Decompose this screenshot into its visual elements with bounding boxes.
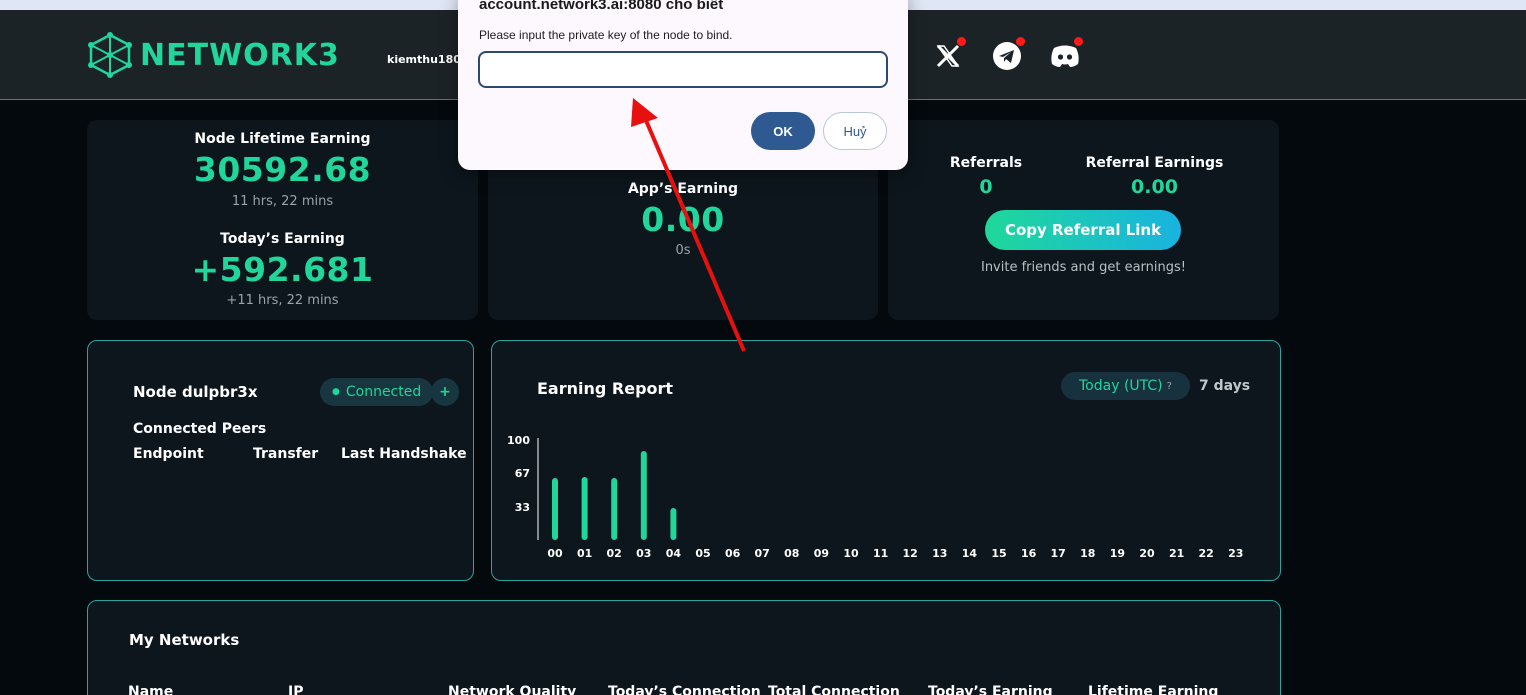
app-earning-value: 0.00 xyxy=(641,200,725,239)
discord-link[interactable] xyxy=(1049,37,1083,72)
col-lifetime-earning: Lifetime Earning xyxy=(1088,684,1219,695)
x-tick-label-11: 11 xyxy=(873,547,888,560)
today-time: +11 hrs, 22 mins xyxy=(226,293,339,308)
earning-bar-chart: 100 67 33 00 01 02 03 04 05 06 07 08 09 10 11 12 13 14 15 1… xyxy=(507,434,1243,560)
x-tick-label-18: 18 xyxy=(1080,547,1095,560)
x-tick-label-17: 17 xyxy=(1051,547,1066,560)
add-node-button[interactable]: + xyxy=(431,378,459,406)
col-total-connection: Total Connection xyxy=(768,684,900,695)
y-tick-label: 100 xyxy=(507,434,530,447)
connected-peers-label: Connected Peers xyxy=(133,421,267,437)
lifetime-earning-card: Node Lifetime Earning 30592.68 11 hrs, 2… xyxy=(87,120,478,320)
referral-earnings-value: 0.00 xyxy=(1131,176,1178,198)
earning-report-card: Earning Report Today (UTC)? 7 days 100 67… xyxy=(491,340,1281,581)
telegram-link[interactable] xyxy=(991,37,1025,72)
peers-col-handshake: Last Handshake xyxy=(341,446,467,462)
x-tick-label-09: 09 xyxy=(814,547,829,560)
discord-icon xyxy=(1051,45,1079,67)
lifetime-time: 11 hrs, 22 mins xyxy=(231,194,334,209)
peers-col-transfer: Transfer xyxy=(253,446,319,462)
connected-status-badge[interactable]: ● Connected xyxy=(320,378,434,406)
brand-name: NETWORK3 xyxy=(140,37,340,73)
notification-dot xyxy=(957,37,966,46)
x-tick-label-05: 05 xyxy=(695,547,710,560)
private-key-input[interactable] xyxy=(478,51,888,88)
col-network-quality: Network Quality xyxy=(448,684,577,695)
lifetime-earning-value: 30592.68 xyxy=(193,150,372,189)
x-tick-label-02: 02 xyxy=(607,547,622,560)
x-tick-label-04: 04 xyxy=(666,547,682,560)
status-dot-icon: ● xyxy=(332,387,340,397)
x-tick-label-15: 15 xyxy=(991,547,1006,560)
x-icon xyxy=(936,44,960,68)
app-earning-label: App’s Earning xyxy=(627,181,739,197)
x-tick-label-22: 22 xyxy=(1199,547,1214,560)
x-tick-label-07: 07 xyxy=(755,547,770,560)
bar-00 xyxy=(552,478,558,540)
bind-node-dialog: account.network3.ai:8080 cho biết Please… xyxy=(458,0,908,170)
today-earning-value: +592.681 xyxy=(191,250,374,289)
notification-dot xyxy=(1016,37,1025,46)
y-tick-label: 33 xyxy=(515,501,530,514)
referrals-label: Referrals xyxy=(949,155,1023,171)
my-networks-card: My Networks Name IP Network Quality Toda… xyxy=(87,600,1281,695)
bar-04 xyxy=(670,508,677,540)
x-tick-label-14: 14 xyxy=(962,547,978,560)
x-link[interactable] xyxy=(932,37,966,72)
ok-button[interactable]: OK xyxy=(751,112,815,150)
cancel-button[interactable]: Huỷ xyxy=(823,112,887,150)
bar-03 xyxy=(640,451,647,540)
x-tick-label-19: 19 xyxy=(1110,547,1125,560)
x-tick-label-06: 06 xyxy=(725,547,741,560)
x-tick-label-03: 03 xyxy=(636,547,651,560)
bar-02 xyxy=(611,478,618,540)
col-ip: IP xyxy=(288,684,304,695)
referral-earnings-label: Referral Earnings xyxy=(1085,155,1224,171)
x-tick-label-20: 20 xyxy=(1139,547,1155,560)
x-tick-label-23: 23 xyxy=(1228,547,1243,560)
x-tick-label-13: 13 xyxy=(932,547,947,560)
col-name: Name xyxy=(128,684,174,695)
x-tick-label-01: 01 xyxy=(577,547,592,560)
col-todays-earning: Today’s Earning xyxy=(928,684,1053,695)
bar-01 xyxy=(581,477,588,540)
copy-referral-link-button[interactable]: Copy Referral Link xyxy=(985,210,1181,250)
lifetime-earning-label: Node Lifetime Earning xyxy=(194,131,371,147)
status-text: Connected xyxy=(345,384,422,400)
node-card: Node dulpbr3x ● Connected + Connected Pe… xyxy=(87,340,474,581)
y-tick-label: 67 xyxy=(515,467,530,480)
x-tick-label-10: 10 xyxy=(843,547,859,560)
app-time: 0s xyxy=(675,243,691,258)
col-todays-connection: Today’s Connection xyxy=(608,684,761,695)
username: kiemthu1802 xyxy=(387,53,469,66)
network-logo-icon xyxy=(88,32,132,78)
x-tick-label-08: 08 xyxy=(784,547,799,560)
dialog-message: Please input the private key of the node… xyxy=(479,28,733,42)
x-tick-label-16: 16 xyxy=(1021,547,1037,560)
brand-logo[interactable]: NETWORK3 xyxy=(86,32,340,78)
x-tick-label-21: 21 xyxy=(1169,547,1184,560)
today-earning-label: Today’s Earning xyxy=(220,231,345,247)
peers-col-endpoint: Endpoint xyxy=(133,446,204,462)
notification-dot xyxy=(1074,37,1083,46)
referrals-value: 0 xyxy=(979,176,993,198)
x-tick-label-12: 12 xyxy=(903,547,918,560)
referral-card: Referrals 0 Referral Earnings 0.00 Copy … xyxy=(888,120,1279,320)
my-networks-title: My Networks xyxy=(129,631,240,649)
x-tick-label-00: 00 xyxy=(547,547,563,560)
dialog-title: account.network3.ai:8080 cho biết xyxy=(479,0,724,13)
node-title: Node dulpbr3x xyxy=(133,383,258,401)
invite-text: Invite friends and get earnings! xyxy=(980,260,1186,275)
